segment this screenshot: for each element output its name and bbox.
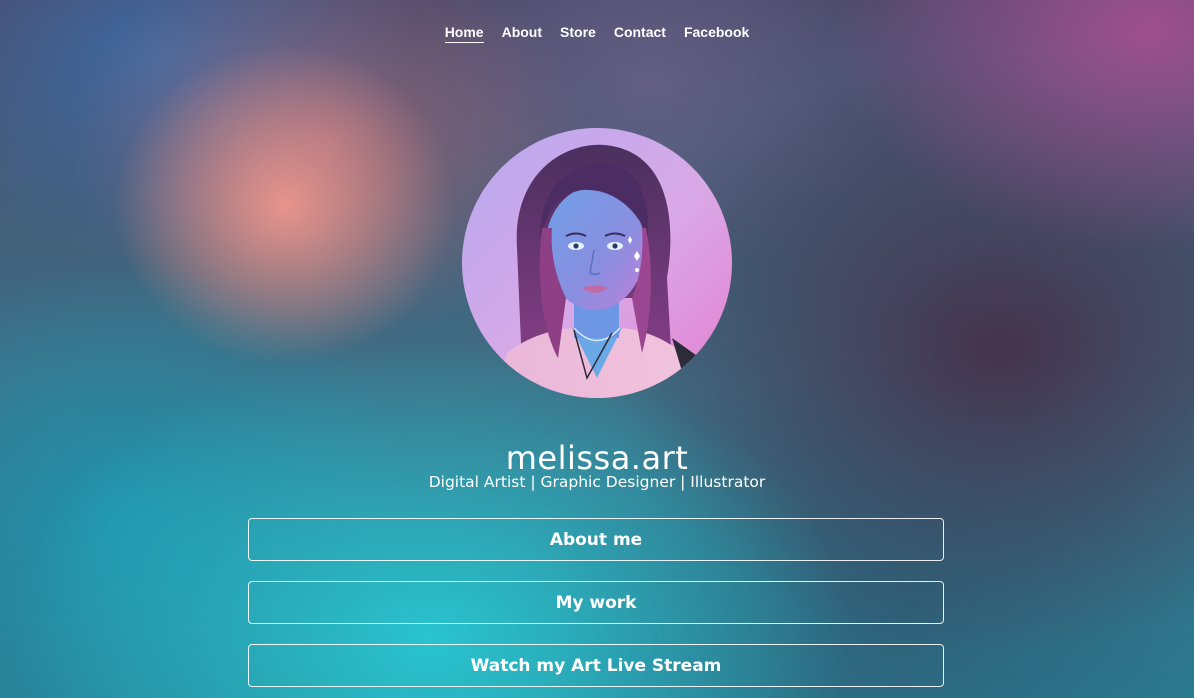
profile-tagline: Digital Artist | Graphic Designer | Illu… bbox=[428, 473, 766, 491]
top-navigation: Home About Store Contact Facebook bbox=[0, 24, 1194, 43]
nav-item-store[interactable]: Store bbox=[560, 24, 596, 43]
nav-item-about[interactable]: About bbox=[502, 24, 542, 43]
profile-photo-icon bbox=[462, 128, 732, 398]
nav-item-home[interactable]: Home bbox=[444, 24, 484, 43]
live-stream-button[interactable]: Watch my Art Live Stream bbox=[248, 644, 944, 687]
nav-item-contact[interactable]: Contact bbox=[614, 24, 666, 43]
profile-name: melissa.art bbox=[505, 439, 689, 478]
nav-item-facebook[interactable]: Facebook bbox=[684, 24, 749, 43]
my-work-button[interactable]: My work bbox=[248, 581, 944, 624]
about-me-button[interactable]: About me bbox=[248, 518, 944, 561]
avatar bbox=[462, 128, 732, 398]
